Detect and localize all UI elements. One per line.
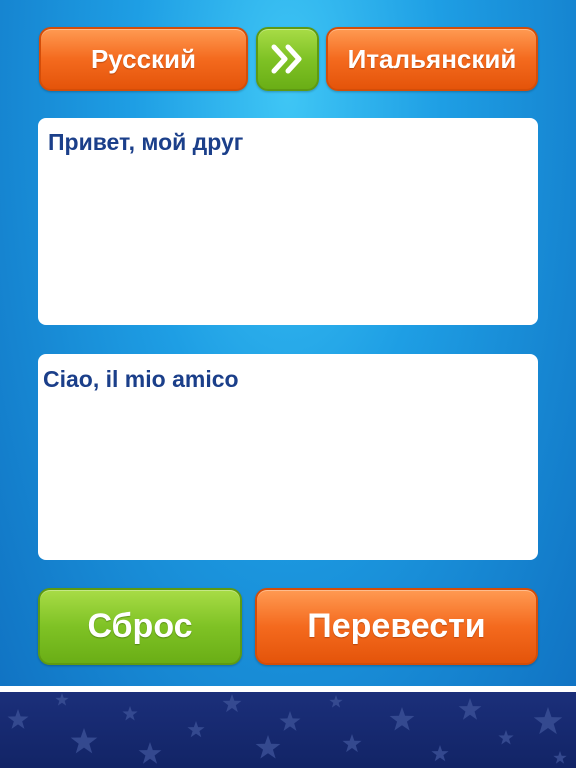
- translate-button-label: Перевести: [307, 607, 486, 645]
- stars-pattern-icon: [7, 693, 567, 764]
- reset-button-label: Сброс: [87, 607, 193, 645]
- swap-languages-button[interactable]: [256, 27, 319, 91]
- target-language-button[interactable]: Итальянский: [326, 27, 538, 91]
- reset-button[interactable]: Сброс: [38, 588, 242, 665]
- source-text-input[interactable]: Привет, мой друг: [38, 118, 538, 325]
- source-text: Привет, мой друг: [48, 129, 244, 155]
- target-language-label: Итальянский: [347, 43, 517, 74]
- translate-button[interactable]: Перевести: [255, 588, 538, 665]
- footer-star-banner: [0, 692, 576, 768]
- double-chevron-right-icon: [271, 44, 301, 74]
- source-language-button[interactable]: Русский: [39, 27, 248, 91]
- translated-text: Ciao, il mio amico: [43, 366, 239, 392]
- source-language-label: Русский: [90, 43, 197, 74]
- translation-output[interactable]: Ciao, il mio amico: [38, 354, 538, 560]
